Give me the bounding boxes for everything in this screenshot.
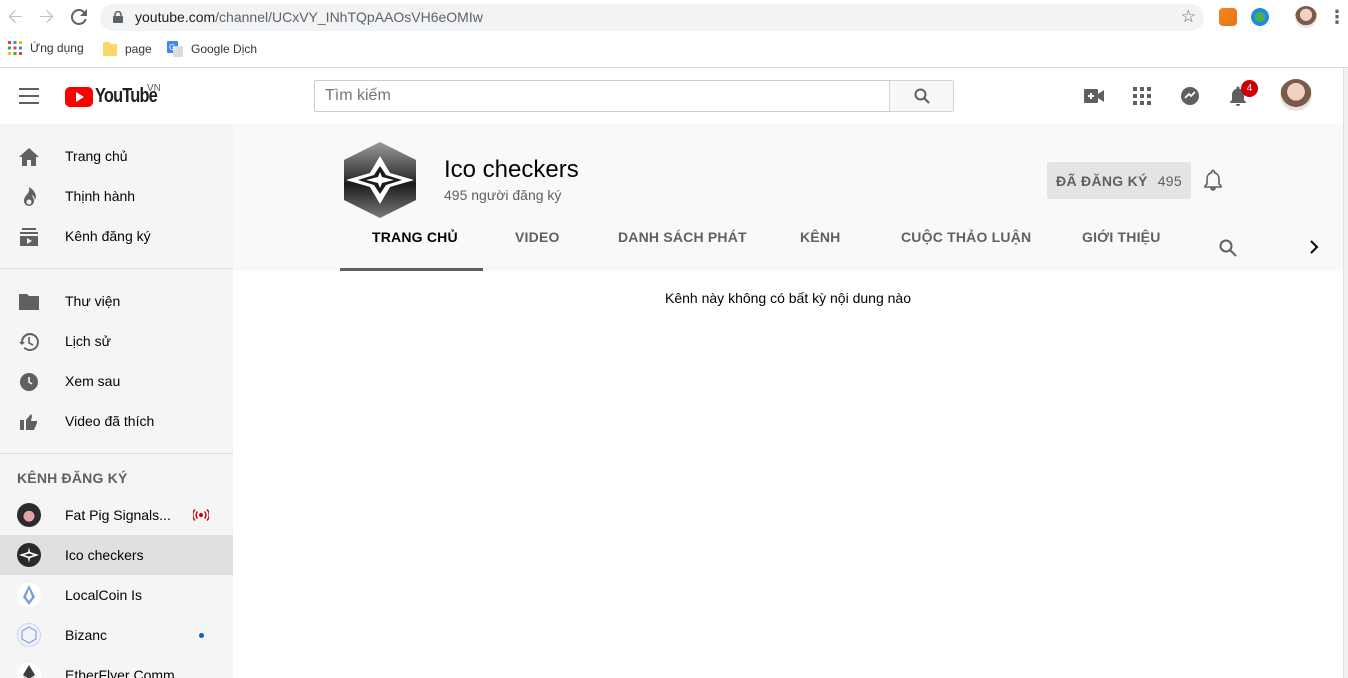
channel-title: Ico checkers — [444, 156, 579, 183]
subscription-label: EtherFlyer Comm... — [65, 667, 187, 678]
bookmark-label: Google Dịch — [191, 42, 258, 56]
new-content-dot — [199, 633, 204, 638]
tab-home[interactable]: TRANG CHỦ — [372, 229, 458, 245]
subscription-label: Ico checkers — [65, 547, 144, 563]
channel-avatar — [17, 663, 41, 678]
sidebar-item-label: Xem sau — [65, 373, 121, 389]
live-broadcast-icon — [192, 508, 210, 526]
forward-arrow-icon[interactable] — [36, 6, 58, 28]
subscription-label: Fat Pig Signals... — [65, 507, 171, 523]
search-icon — [914, 88, 930, 104]
sidebar-item-label: Thịnh hành — [65, 188, 136, 204]
folder-icon — [18, 291, 40, 313]
create-video-icon[interactable] — [1082, 84, 1106, 108]
lock-icon — [113, 11, 123, 23]
empty-content-message: Kênh này không có bất kỳ nội dung nào — [665, 290, 911, 306]
sidebar-item-history[interactable]: Lịch sử — [0, 321, 233, 361]
channel-avatar-large[interactable] — [340, 140, 420, 220]
svg-text:G: G — [169, 43, 175, 52]
tab-about[interactable]: GIỚI THIỆU — [1082, 229, 1161, 245]
sidebar-item-label: Thư viện — [65, 293, 121, 309]
bookmark-page[interactable]: page — [103, 41, 152, 57]
channel-avatar — [17, 543, 41, 567]
reload-icon[interactable] — [68, 6, 90, 28]
subscribed-label: ĐÃ ĐĂNG KÝ — [1056, 172, 1148, 189]
country-code: VN — [147, 83, 161, 94]
bookmark-label: Ứng dụng — [30, 41, 84, 55]
back-arrow-icon[interactable] — [4, 6, 26, 28]
google-translate-icon: G — [167, 41, 183, 57]
bookmarks-bar: Ứng dụng page G Google Dịch — [0, 35, 1348, 68]
channel-avatar — [17, 503, 41, 527]
tab-playlists[interactable]: DANH SÁCH PHÁT — [618, 229, 747, 245]
active-tab-indicator — [340, 268, 483, 271]
thumb-up-icon — [18, 411, 40, 433]
subscription-item[interactable]: Fat Pig Signals... — [0, 495, 233, 535]
search-button[interactable] — [889, 80, 954, 112]
channel-avatar — [17, 623, 41, 647]
clock-icon — [18, 371, 40, 393]
globe-extension-icon[interactable] — [1251, 8, 1269, 26]
sidebar-item-watch-later[interactable]: Xem sau — [0, 361, 233, 401]
sidebar-divider — [0, 453, 233, 454]
bookmark-label: page — [125, 42, 152, 56]
subscription-item[interactable]: EtherFlyer Comm... — [0, 655, 233, 678]
youtube-masthead: YouTube VN — [0, 68, 1343, 124]
channel-search-icon[interactable] — [1219, 239, 1237, 262]
chrome-menu-icon[interactable]: ⋮ — [1326, 6, 1348, 28]
history-icon — [18, 331, 40, 353]
bookmark-apps[interactable]: Ứng dụng — [8, 41, 84, 55]
channel-header: Ico checkers 495 người đăng ký ĐÃ ĐĂNG K… — [233, 124, 1343, 271]
notification-count-badge: 4 — [1241, 80, 1258, 97]
messages-icon[interactable] — [1178, 84, 1202, 108]
subscriptions-icon — [18, 226, 40, 248]
subscription-item[interactable]: LocalCoin Is — [0, 575, 233, 615]
metamask-extension-icon[interactable] — [1219, 8, 1237, 26]
address-bar[interactable]: youtube.com/channel/UCxVY_INhTQpAAOsVH6e… — [100, 4, 1204, 31]
sidebar-item-library[interactable]: Thư viện — [0, 281, 233, 321]
sidebar-divider — [0, 268, 233, 269]
youtube-play-icon — [65, 86, 93, 107]
sidebar-item-home[interactable]: Trang chủ — [0, 136, 233, 176]
sidebar-item-label: Trang chủ — [65, 148, 128, 164]
sidebar-item-label: Kênh đăng ký — [65, 228, 151, 244]
page-scrollbar[interactable] — [1343, 68, 1348, 678]
sidebar-item-label: Lịch sử — [65, 333, 111, 349]
tab-discussion[interactable]: CUỘC THẢO LUẬN — [901, 229, 1031, 245]
folder-icon — [103, 42, 117, 56]
search-input-wrapper — [314, 80, 890, 112]
search-input[interactable] — [315, 81, 890, 111]
sidebar-item-trending[interactable]: Thịnh hành — [0, 176, 233, 216]
subscription-item-active[interactable]: Ico checkers — [0, 535, 233, 575]
subscribed-button[interactable]: ĐÃ ĐĂNG KÝ 495 — [1047, 162, 1191, 199]
profile-avatar[interactable] — [1295, 6, 1317, 28]
sidebar-item-subscriptions[interactable]: Kênh đăng ký — [0, 216, 233, 256]
subscription-item[interactable]: Bizanc — [0, 615, 233, 655]
url-text: youtube.com/channel/UCxVY_INhTQpAAOsVH6e… — [135, 9, 483, 25]
hamburger-menu-icon[interactable] — [19, 88, 39, 104]
apps-grid-icon — [8, 41, 22, 55]
user-avatar[interactable] — [1280, 79, 1312, 111]
home-icon — [18, 146, 40, 168]
bookmark-google-translate[interactable]: G Google Dịch — [167, 41, 257, 57]
fire-icon — [18, 186, 40, 208]
subscription-label: Bizanc — [65, 627, 108, 643]
notification-bell-icon[interactable] — [1204, 169, 1226, 191]
sidebar-item-label: Video đã thích — [65, 413, 155, 429]
browser-toolbar: youtube.com/channel/UCxVY_INhTQpAAOsVH6e… — [0, 0, 1348, 35]
channel-avatar — [17, 583, 41, 607]
sidebar: Trang chủ Thịnh hành Kênh đăng ký Thư vi… — [0, 124, 233, 678]
tab-channels[interactable]: KÊNH — [800, 229, 840, 245]
subscribed-count: 495 — [1157, 172, 1182, 189]
bookmark-star-icon[interactable]: ☆ — [1181, 8, 1196, 26]
sidebar-item-liked-videos[interactable]: Video đã thích — [0, 401, 233, 441]
youtube-logo[interactable]: YouTube VN — [65, 83, 171, 108]
tab-videos[interactable]: VIDEO — [515, 229, 560, 245]
apps-icon[interactable] — [1130, 84, 1154, 108]
subscriber-count: 495 người đăng ký — [444, 187, 562, 203]
subscriptions-heading: KÊNH ĐĂNG KÝ — [17, 470, 128, 486]
subscription-label: LocalCoin Is — [65, 587, 143, 603]
chevron-right-icon[interactable] — [1309, 240, 1319, 259]
